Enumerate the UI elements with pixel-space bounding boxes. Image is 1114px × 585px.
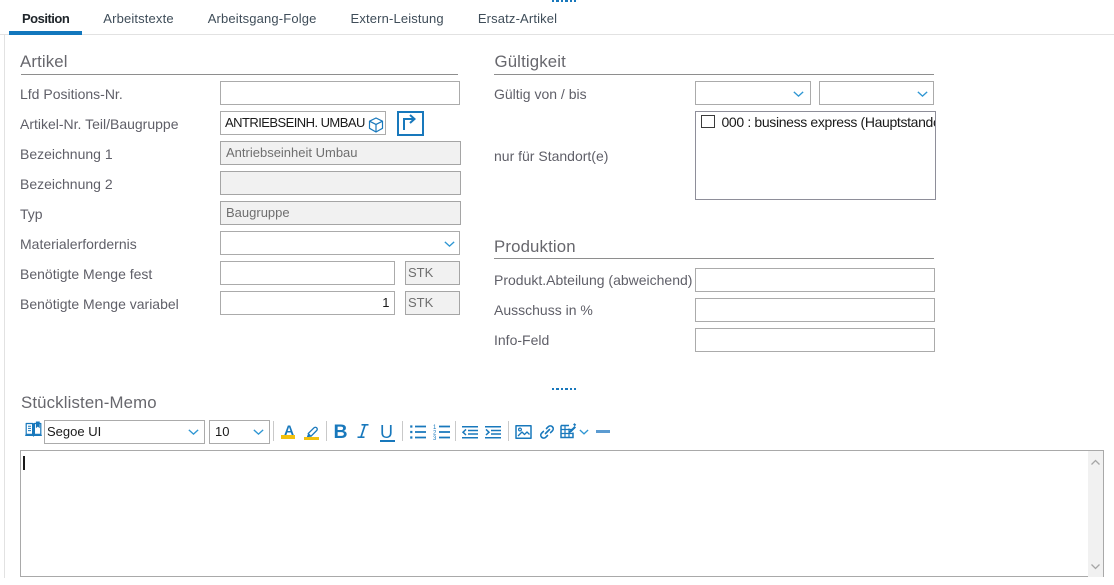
svg-text:3: 3 [433,436,437,442]
